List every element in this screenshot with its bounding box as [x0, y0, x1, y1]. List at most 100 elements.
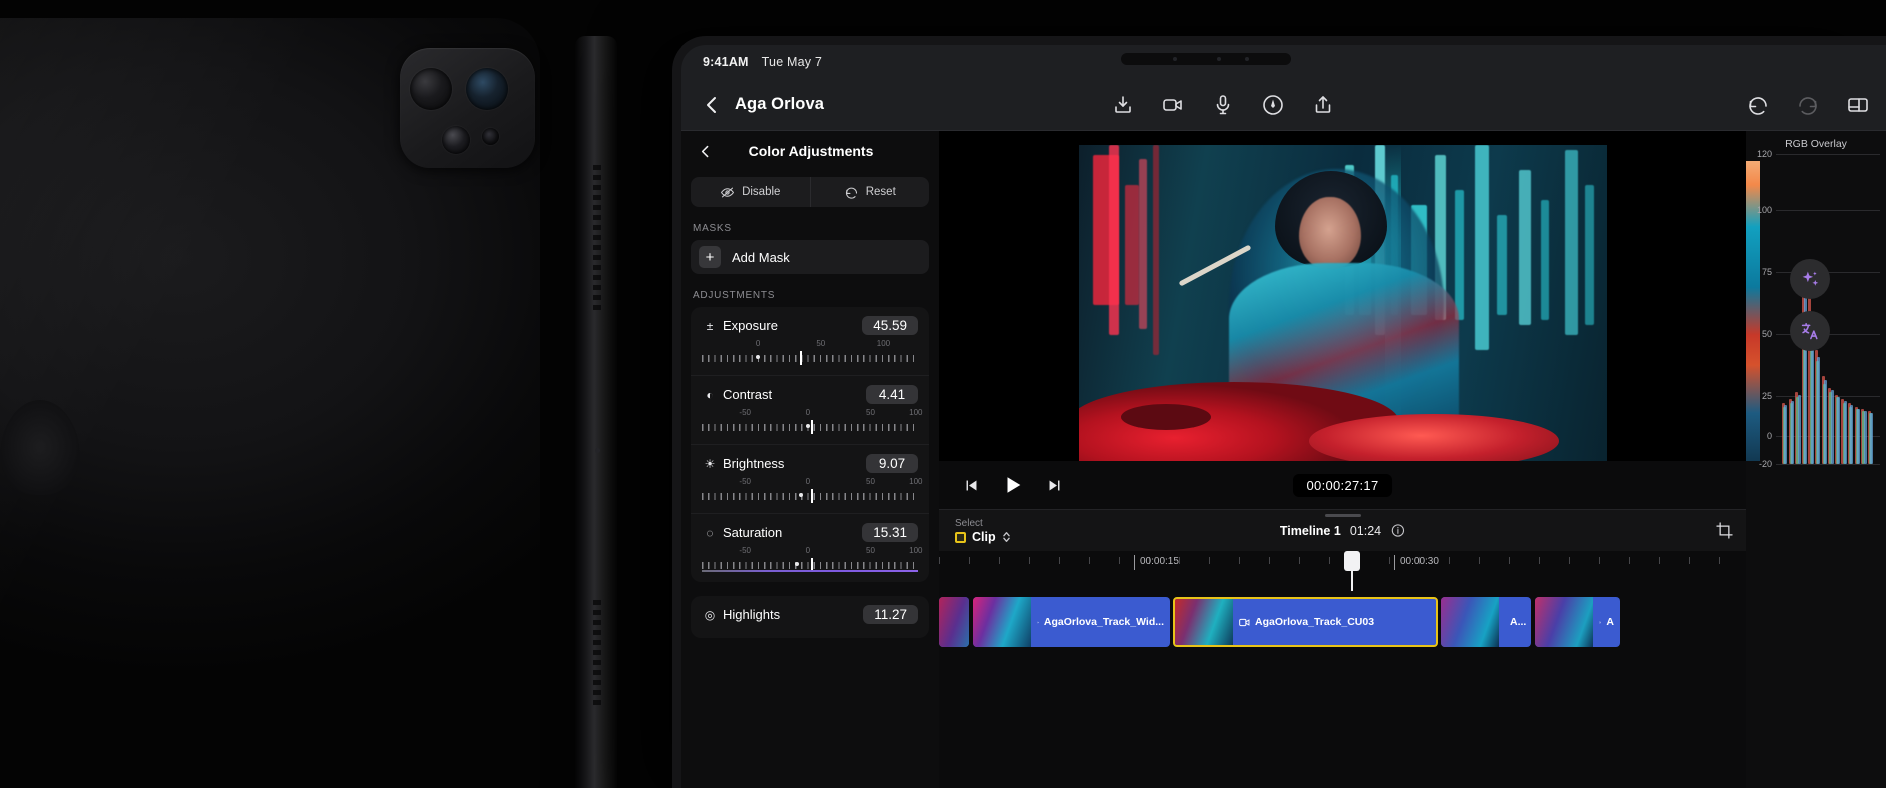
adjustments-card: ± Exposure 45.59 0 50 100 ◐ Contrast 4.41 … — [691, 307, 929, 582]
record-audio-button[interactable] — [1211, 93, 1235, 117]
scope-axis-label: 25 — [1761, 390, 1772, 401]
timecode-display[interactable]: 00:00:27:17 — [1292, 473, 1393, 497]
slider-tick-label: 100 — [909, 477, 923, 486]
color-adjustments-inspector: Color Adjustments Disable Reset MASKS + … — [681, 131, 939, 788]
translate-icon — [1801, 322, 1818, 339]
adjustment-slider[interactable]: 0 50 100 — [702, 339, 918, 371]
reset-button[interactable]: Reset — [809, 177, 930, 207]
scope-waveform-trace — [1850, 404, 1854, 464]
crop-icon[interactable] — [1715, 521, 1734, 540]
voiceover-icon — [1263, 94, 1283, 115]
adjustment-label: Exposure — [723, 318, 778, 333]
skip-back-icon — [966, 480, 977, 490]
inspector-back-button[interactable] — [693, 139, 717, 163]
layout-button[interactable] — [1846, 93, 1870, 117]
neon-light-bar — [1540, 200, 1549, 320]
speaker-grille — [593, 165, 601, 315]
scope-gridline — [1776, 154, 1880, 155]
subject-face — [1298, 197, 1361, 269]
camera-lens-icon — [442, 126, 470, 154]
undo-button[interactable] — [1746, 93, 1770, 117]
slider-tick-label: 0 — [805, 477, 811, 486]
eye-slash-icon — [720, 187, 735, 197]
clip-name: A... — [1499, 616, 1531, 628]
camera-lens-icon — [410, 68, 452, 110]
timeline-resize-grip[interactable] — [1324, 514, 1361, 517]
slider-handle[interactable] — [811, 489, 814, 503]
adjustment-slider[interactable]: -50 0 50 100 — [702, 477, 923, 509]
app-screen: 9:41AM Tue May 7 Aga Orlova Color Adjust… — [681, 45, 1886, 788]
neon-light-bar — [1152, 145, 1159, 355]
selection-mode[interactable]: Select Clip — [955, 517, 1011, 544]
adjustment-value[interactable]: 45.59 — [862, 316, 918, 335]
clip-thumbnail — [973, 597, 1031, 647]
slider-default-marker — [795, 562, 800, 566]
translate-button[interactable] — [1790, 311, 1830, 351]
playhead[interactable] — [1344, 551, 1360, 591]
transport-controls: 00:00:27:17 — [939, 461, 1746, 509]
slider-tick-label: -50 — [739, 477, 751, 486]
timeline-clip[interactable]: AgaOrlova_Track_CU03 — [1173, 597, 1438, 647]
top-navigation-bar: Aga Orlova — [681, 79, 1886, 131]
clip-thumbnail — [1535, 597, 1593, 647]
status-date: Tue May 7 — [761, 55, 823, 69]
timeline-right-tools — [1715, 521, 1734, 540]
timeline-clip[interactable]: AgaOrlova_Track_Wid... — [973, 597, 1170, 647]
adjustment-value[interactable]: 4.41 — [866, 385, 918, 404]
timeline-clip[interactable]: Ag... — [939, 597, 969, 647]
record-video-button[interactable] — [1161, 93, 1185, 117]
rgb-overlay-scope[interactable]: 120 100 75 50 25 0 -20 — [1757, 149, 1880, 469]
slider-default-marker — [799, 493, 804, 497]
voiceover-button[interactable] — [1261, 93, 1285, 117]
slider-gradient — [702, 569, 918, 572]
video-camera-icon — [1163, 98, 1182, 111]
slider-tick-label: 50 — [866, 477, 875, 486]
scope-axis-label: 50 — [1761, 328, 1772, 339]
play-button[interactable] — [1002, 474, 1024, 496]
slider-handle[interactable] — [800, 351, 803, 365]
video-clip-icon — [1599, 621, 1602, 623]
slider-handle[interactable] — [811, 420, 814, 434]
timeline-ruler[interactable]: 00:00:15 00:00:30 — [939, 551, 1746, 591]
skip-forward-button[interactable] — [1046, 477, 1063, 494]
timeline-clip[interactable]: A... — [1441, 597, 1531, 647]
scopes-panel: RGB Overlay 120 100 75 50 25 0 -20 — [1746, 131, 1886, 788]
adjustment-value[interactable]: 15.31 — [862, 523, 918, 542]
info-circle-icon[interactable] — [1390, 523, 1405, 538]
adjustment-value[interactable]: 9.07 — [866, 454, 918, 473]
playhead-knob[interactable] — [1344, 551, 1360, 571]
clip-name: AgaOrlova_Track_Wid... — [1031, 616, 1170, 628]
adjustment-slider[interactable]: -50 0 50 100 — [702, 546, 923, 578]
nav-tool-group — [1111, 93, 1335, 117]
slider-tick-label: 0 — [805, 546, 811, 555]
clip-thumbnail — [1175, 599, 1233, 645]
timeline-tracks[interactable]: Ag... AgaOrlova_Track_Wid... AgaOrlova_T… — [939, 591, 1746, 788]
share-button[interactable] — [1311, 93, 1335, 117]
scope-waveform-trace — [1817, 357, 1821, 464]
scope-waveform-trace — [1857, 408, 1860, 464]
import-button[interactable] — [1111, 93, 1135, 117]
magic-enhance-button[interactable] — [1790, 259, 1830, 299]
highlights-value[interactable]: 11.27 — [863, 605, 918, 624]
scope-gridline — [1776, 209, 1880, 211]
scope-y-axis: 120 100 75 50 25 0 -20 — [1746, 149, 1776, 469]
adjustment-label: Saturation — [723, 525, 783, 540]
add-mask-button[interactable]: + Add Mask — [691, 240, 929, 274]
slider-tick-label: 50 — [866, 546, 875, 555]
adjustment-slider[interactable]: -50 0 50 100 — [702, 408, 923, 440]
highlights-card: ◎ Highlights 11.27 — [691, 596, 929, 638]
camera-lens-icon — [466, 68, 508, 110]
side-port — [595, 448, 600, 453]
skip-back-button[interactable] — [963, 477, 980, 494]
slider-tick-label: 100 — [876, 339, 891, 348]
chevron-updown-icon — [1002, 532, 1010, 542]
timeline-clip[interactable]: A — [1535, 597, 1620, 647]
plus-icon: + — [699, 246, 721, 268]
magic-sparkle-icon — [1802, 271, 1818, 286]
scope-axis-label: -20 — [1758, 459, 1772, 469]
redo-button[interactable] — [1796, 93, 1820, 117]
back-button[interactable] — [697, 90, 727, 120]
disable-button[interactable]: Disable — [691, 177, 810, 207]
adjustment-row: ◐ Contrast 4.41 -50 0 50 100 — [691, 375, 929, 444]
video-frame[interactable] — [1078, 145, 1607, 462]
